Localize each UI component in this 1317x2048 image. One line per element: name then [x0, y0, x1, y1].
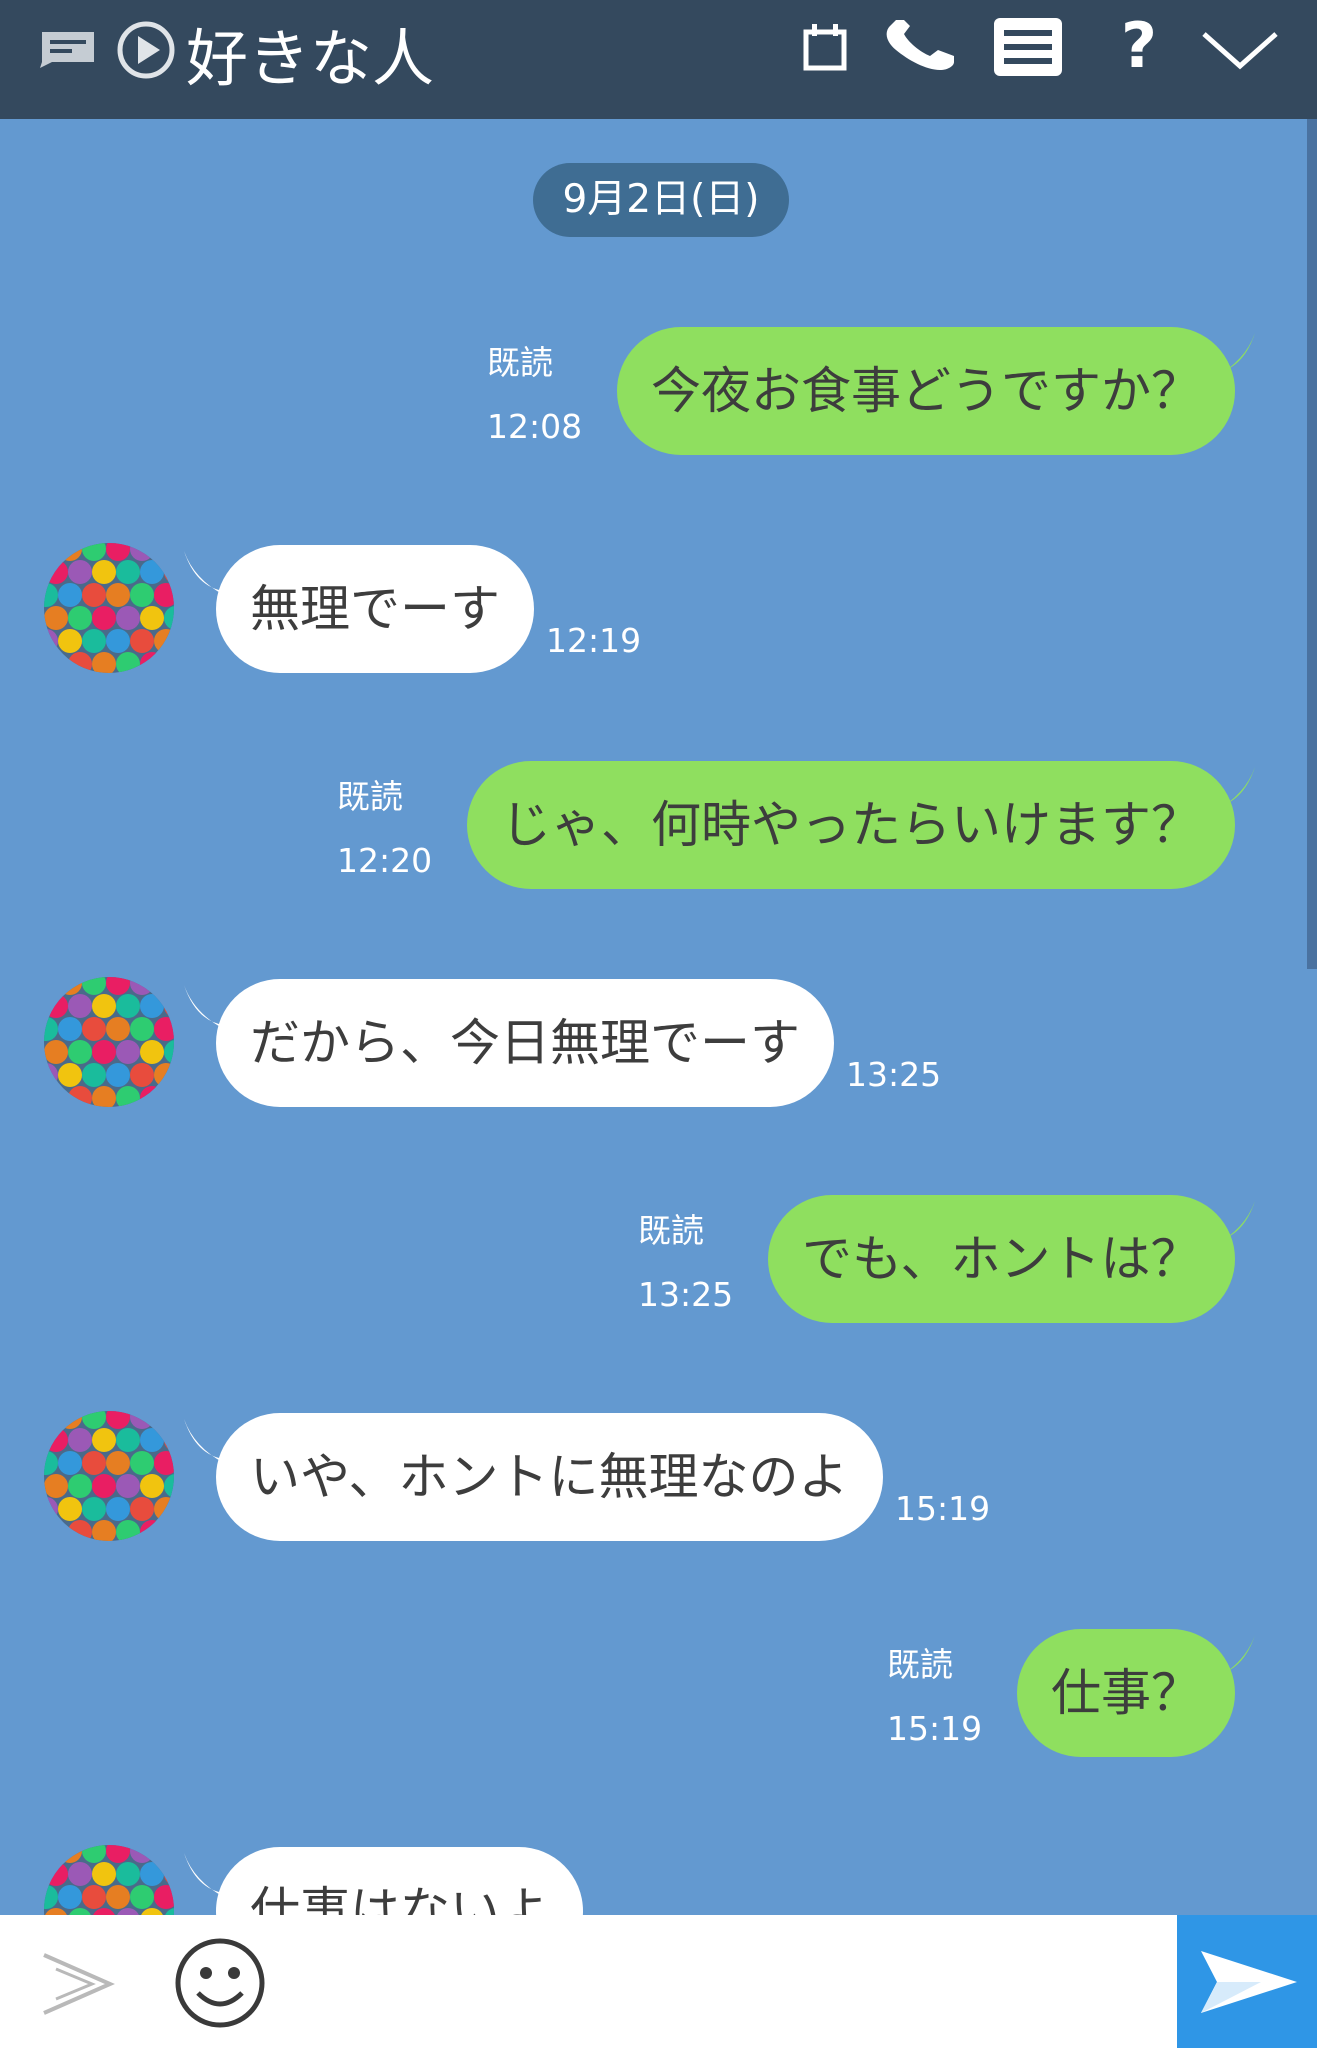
message-time: 15:19 — [895, 1489, 991, 1528]
expand-arrow-icon[interactable] — [38, 1949, 118, 2019]
contact-avatar[interactable] — [44, 1845, 174, 1915]
contact-avatar[interactable] — [44, 977, 174, 1107]
send-button[interactable] — [1177, 1915, 1317, 2048]
chat-header: 好きな人 ? — [0, 0, 1317, 119]
message-meta: 既読 12:20 — [337, 775, 457, 883]
message-time: 13:25 — [846, 1055, 942, 1094]
outgoing-message-bubble[interactable]: じゃ、何時やったらいけます？ — [467, 761, 1235, 889]
chat-title: 好きな人 — [186, 22, 435, 95]
outgoing-message-bubble[interactable]: でも、ホントは？ — [768, 1195, 1235, 1323]
help-icon[interactable]: ? — [1114, 14, 1164, 78]
message-time: 15:19 — [887, 1709, 983, 1748]
message-input-bar — [0, 1915, 1317, 2048]
message-input[interactable] — [290, 1935, 1154, 2030]
read-receipt: 既読 — [887, 1645, 953, 1684]
menu-icon[interactable] — [994, 18, 1062, 76]
incoming-message-bubble[interactable]: だから、今日無理でーす — [216, 979, 834, 1107]
read-receipt: 既読 — [638, 1211, 704, 1250]
contact-avatar[interactable] — [44, 543, 174, 673]
emoji-icon[interactable] — [174, 1937, 266, 2029]
incoming-message-bubble[interactable]: 無理でーす — [216, 545, 534, 673]
message-meta: 既読 13:25 — [638, 1209, 758, 1317]
scrollbar[interactable] — [1307, 119, 1317, 969]
message-meta: 既読 12:08 — [487, 341, 607, 449]
date-separator: 9月2日(日) — [533, 163, 789, 237]
calendar-icon[interactable] — [802, 22, 848, 72]
outgoing-message-bubble[interactable]: 今夜お食事どうですか？ — [617, 327, 1235, 455]
outgoing-message-bubble[interactable]: 仕事？ — [1017, 1629, 1235, 1757]
message-time: 12:19 — [546, 621, 642, 660]
read-receipt: 既読 — [337, 777, 403, 816]
phone-icon[interactable] — [882, 20, 958, 76]
message-time: 13:25 — [638, 1275, 734, 1314]
play-icon[interactable] — [116, 20, 176, 80]
read-receipt: 既読 — [487, 343, 553, 382]
message-meta: 既読 15:19 — [887, 1643, 1007, 1751]
send-icon — [1201, 1951, 1297, 2013]
message-list[interactable]: 9月2日(日) 既読 12:08 今夜お食事どうですか？ 12:19 無理でーす 既読 12… — [0, 119, 1317, 1915]
message-time: 12:20 — [337, 841, 433, 880]
incoming-message-bubble[interactable]: 仕事はないよ — [216, 1847, 583, 1915]
keep-memo-icon[interactable] — [40, 28, 100, 68]
incoming-message-bubble[interactable]: いや、ホントに無理なのよ — [216, 1413, 883, 1541]
chevron-down-icon[interactable] — [1200, 28, 1280, 72]
message-time: 12:08 — [487, 407, 583, 446]
contact-avatar[interactable] — [44, 1411, 174, 1541]
